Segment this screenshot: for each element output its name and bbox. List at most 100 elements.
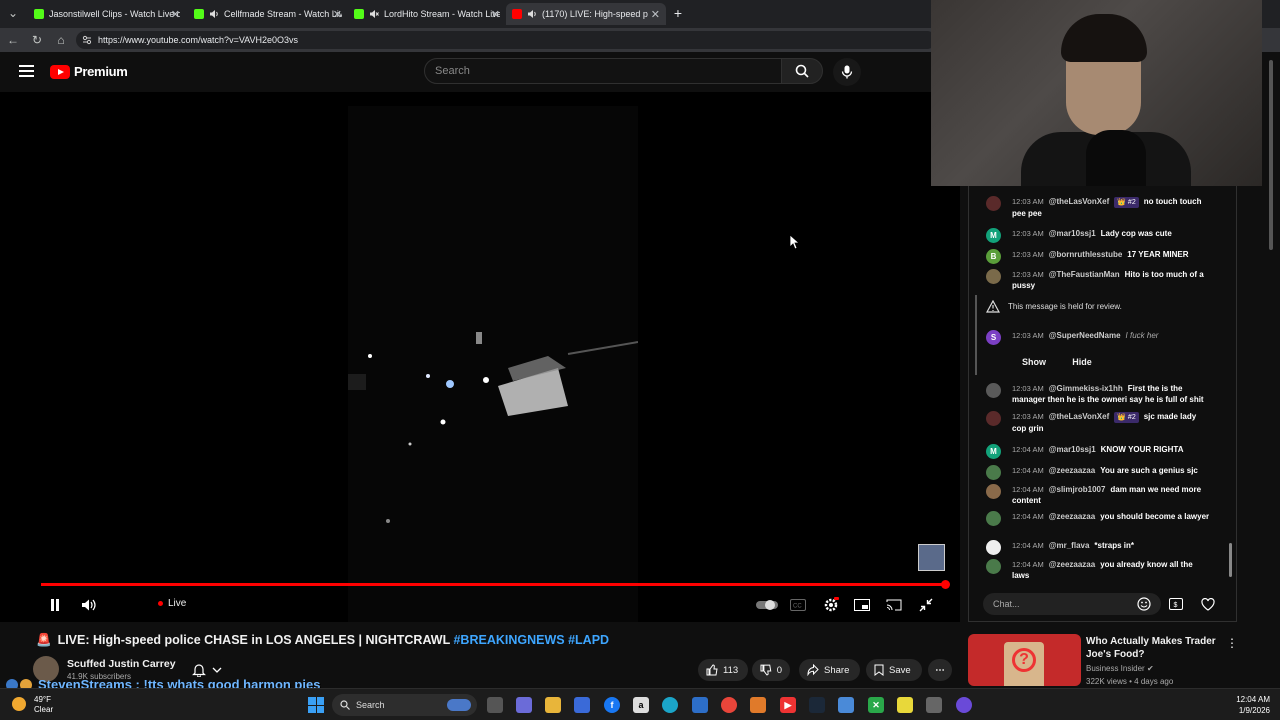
live-indicator[interactable]: Live xyxy=(158,598,186,609)
more-vertical-icon[interactable]: ⋮ xyxy=(1226,636,1238,650)
browser-tab-3[interactable]: LordHito Stream - Watch Live ✕ xyxy=(348,3,506,25)
night-street-video-image xyxy=(348,106,638,622)
page-scrollbar[interactable] xyxy=(1269,60,1273,250)
obs-icon[interactable] xyxy=(956,697,972,713)
edge-icon[interactable] xyxy=(662,697,678,713)
voice-search-button[interactable] xyxy=(833,58,861,86)
search-button[interactable] xyxy=(781,58,823,84)
notes-icon[interactable] xyxy=(897,697,913,713)
muted-speaker-icon[interactable] xyxy=(369,9,379,19)
hamburger-menu-icon[interactable] xyxy=(19,65,34,77)
xbox-icon[interactable]: ✕ xyxy=(868,697,884,713)
chat-message[interactable]: B 12:03 AM @bornruthlesstube 17 YEAR MINER xyxy=(970,249,1210,264)
recommended-video[interactable]: ? Who Actually Makes Trader Joe's Food? … xyxy=(968,634,1238,690)
chat-message[interactable]: 12:03 AM @theLasVonXef 👑 #2 sjc made lady c… xyxy=(970,411,1210,434)
chat-message[interactable]: 12:04 AM @zeezaazaa You are such a genius … xyxy=(970,465,1210,480)
dislike-button[interactable]: 0 xyxy=(752,659,790,681)
chrome-icon[interactable] xyxy=(721,697,737,713)
chat-message[interactable]: 12:03 AM @TheFaustianMan Hito is too much … xyxy=(970,269,1210,291)
recommended-title[interactable]: Who Actually Makes Trader Joe's Food? xyxy=(1086,635,1221,661)
close-tab-icon[interactable]: ✕ xyxy=(491,8,500,21)
video-frame[interactable] xyxy=(348,106,638,622)
video-player[interactable] xyxy=(0,92,960,622)
fullscreen-button[interactable] xyxy=(918,596,934,614)
home-icon[interactable]: ⌂ xyxy=(54,33,68,47)
heart-reaction-button[interactable] xyxy=(1200,596,1216,612)
title-hashtags[interactable]: #BREAKINGNEWS #LAPD xyxy=(453,633,609,647)
settings-button[interactable] xyxy=(822,596,840,614)
chat-message[interactable]: 12:04 AM @slimjrob1007 dam man we need mor… xyxy=(970,484,1210,506)
close-tab-icon[interactable]: ✕ xyxy=(333,8,342,21)
new-tab-button[interactable]: + xyxy=(671,5,685,21)
more-actions-button[interactable]: ⋯ xyxy=(928,659,952,681)
calculator-icon[interactable] xyxy=(692,697,708,713)
progress-bar[interactable] xyxy=(41,580,950,589)
chat-message[interactable]: M 12:03 AM @mar10ssj1 Lady cop was cute xyxy=(970,228,1210,243)
file-explorer-icon[interactable] xyxy=(545,697,561,713)
weather-widget[interactable]: 49°F Clear xyxy=(34,695,53,715)
super-chat-button[interactable]: $ xyxy=(1168,596,1184,612)
facebook-icon[interactable]: f xyxy=(604,697,620,713)
browser-tab-1[interactable]: Jasonstilwell Clips - Watch Live on ✕ xyxy=(28,3,186,25)
pause-button[interactable] xyxy=(48,596,62,614)
emoji-button[interactable] xyxy=(1136,596,1152,612)
chat-message[interactable]: 12:03 AM @theLasVonXef 👑 #2 no touch touch … xyxy=(970,196,1210,219)
save-button[interactable]: Save xyxy=(866,659,922,681)
like-button[interactable]: 113 xyxy=(698,659,748,681)
app-icon[interactable] xyxy=(838,697,854,713)
system-clock[interactable]: 12:04 AM 1/9/2026 xyxy=(1226,694,1270,716)
question-mark-icon: ? xyxy=(1012,648,1036,672)
vlc-icon[interactable] xyxy=(750,697,766,713)
youtube-app-icon[interactable]: ▶ xyxy=(780,697,796,713)
chat-message[interactable]: 12:04 AM @zeezaazaa you should become a la… xyxy=(970,511,1210,526)
taskbar-search-label: Search xyxy=(356,700,385,710)
store-icon[interactable] xyxy=(574,697,590,713)
hide-held-message-button[interactable]: Hide xyxy=(1062,353,1102,371)
miniplayer-button[interactable] xyxy=(854,596,870,614)
cast-button[interactable] xyxy=(886,596,902,614)
scrubber-handle[interactable] xyxy=(941,580,950,589)
user-avatar: M xyxy=(986,444,1001,459)
windows-start-icon[interactable] xyxy=(308,697,324,713)
weather-moon-icon[interactable] xyxy=(12,697,26,711)
clock-date: 1/9/2026 xyxy=(1238,706,1270,715)
chat-message[interactable]: 12:04 AM @mr_flava *straps in* xyxy=(970,540,1210,555)
chat-message[interactable]: 12:04 AM @zeezaazaa you already know all t… xyxy=(970,559,1210,581)
close-tab-icon[interactable]: ✕ xyxy=(171,8,180,21)
chat-input[interactable]: Chat... xyxy=(983,593,1161,615)
task-view-icon[interactable] xyxy=(487,697,503,713)
chat-message[interactable]: 12:03 AM @Gimmekiss-ix1hh First the is the… xyxy=(970,383,1210,405)
reload-icon[interactable]: ↻ xyxy=(30,33,44,47)
held-chat-message[interactable]: S 12:03 AM @SuperNeedName I fuck her xyxy=(970,330,1210,345)
leaderboard-crown-badge: 👑 #2 xyxy=(1114,197,1139,208)
back-arrow-icon[interactable]: ← xyxy=(6,33,20,47)
volume-button[interactable] xyxy=(80,596,98,614)
settings-app-icon[interactable] xyxy=(926,697,942,713)
taskbar-search[interactable]: Search xyxy=(332,694,477,716)
browser-tab-4-active[interactable]: (1170) LIVE: High-speed p ✕ xyxy=(506,3,666,25)
autoplay-toggle[interactable] xyxy=(756,596,778,614)
recommended-channel[interactable]: Business Insider ✔ xyxy=(1086,664,1154,673)
end-screen-thumbnail[interactable] xyxy=(918,544,945,571)
browser-tab-2[interactable]: Cellfmade Stream - Watch Live ✕ xyxy=(188,3,348,25)
search-input[interactable]: Search xyxy=(424,58,782,84)
steam-icon[interactable] xyxy=(809,697,825,713)
youtube-premium-logo[interactable]: Premium xyxy=(50,64,128,79)
close-tab-icon[interactable]: ✕ xyxy=(651,8,660,21)
tab-title: Cellfmade Stream - Watch Live xyxy=(224,9,342,19)
channel-name[interactable]: Scuffed Justin Carrey xyxy=(67,658,176,670)
tab-search-chevron-icon[interactable]: ⌄ xyxy=(6,6,20,20)
speaker-icon[interactable] xyxy=(527,9,537,19)
share-button[interactable]: Share xyxy=(799,659,860,681)
speaker-icon[interactable] xyxy=(209,9,219,19)
captions-button[interactable]: CC xyxy=(790,596,806,614)
amazon-icon[interactable]: a xyxy=(633,697,649,713)
chat-message[interactable]: M 12:04 AM @mar10ssj1 KNOW YOUR RIGHTA xyxy=(970,444,1210,459)
show-held-message-button[interactable]: Show xyxy=(1014,353,1054,371)
bell-icon xyxy=(192,664,206,677)
url-bar[interactable]: https://www.youtube.com/watch?v=VAVH2e0O… xyxy=(76,31,936,49)
copilot-icon[interactable] xyxy=(516,697,532,713)
chat-scrollbar[interactable] xyxy=(1229,543,1232,577)
site-info-icon[interactable] xyxy=(82,35,92,45)
recommended-thumbnail[interactable]: ? xyxy=(968,634,1081,686)
